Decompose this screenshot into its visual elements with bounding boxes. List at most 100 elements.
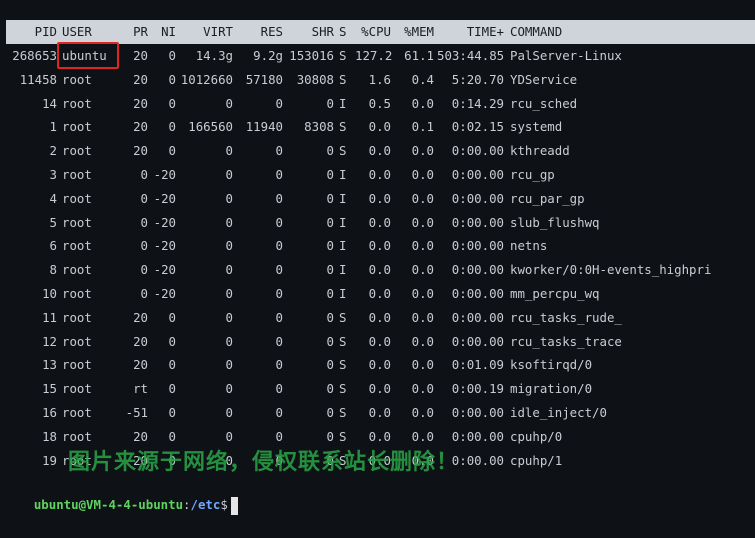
cell-mem: 0.0 xyxy=(411,214,434,230)
cell-shr: 0 xyxy=(326,286,334,301)
cell-state: S xyxy=(339,381,347,397)
cell-ni: 0 xyxy=(168,381,176,397)
cell-cpu: 0.0 xyxy=(368,238,391,254)
cell-cpu: 127.2 xyxy=(355,48,393,63)
cell-virt: 0 xyxy=(225,238,233,254)
header-virt: VIRT xyxy=(203,24,233,39)
cell-state: S xyxy=(339,119,347,135)
cell-virt: 0 xyxy=(225,357,233,373)
cell-res: 0 xyxy=(275,333,283,349)
cell-pid: 4 xyxy=(49,190,57,206)
cell-ni: 0 xyxy=(168,119,176,135)
cell-state: S xyxy=(339,452,347,468)
cell-pid: 16 xyxy=(42,405,57,420)
cell-virt: 0 xyxy=(225,428,233,444)
cell-ni: -20 xyxy=(153,238,176,254)
cell-state: S xyxy=(339,357,347,373)
cell-time: 0:00.00 xyxy=(451,143,504,159)
cell-ni: 0 xyxy=(168,357,176,373)
process-row: 11458 root 20 0 1012660 57180 30808 S 1.6 0.4 5:20… xyxy=(0,68,755,92)
cell-shr: 8308 xyxy=(304,119,334,135)
terminal-window[interactable]: PID USER PR NI VIRT RES SHR S %CPU %MEM … xyxy=(0,0,755,515)
cell-cpu: 0.0 xyxy=(368,143,391,159)
text-cursor[interactable] xyxy=(230,496,238,515)
header-pid: PID xyxy=(34,24,57,39)
cell-state: I xyxy=(339,262,347,278)
cell-shr: 0 xyxy=(326,214,334,230)
cell-pid: 268653 xyxy=(12,48,57,63)
cell-virt: 14.3g xyxy=(195,48,233,63)
cell-res: 57180 xyxy=(245,71,283,87)
cell-mem: 0.0 xyxy=(411,333,434,349)
header-user: USER xyxy=(62,24,92,39)
cell-state: S xyxy=(339,48,347,63)
cell-shr: 0 xyxy=(326,452,334,468)
process-row: 10 root 0 -20 0 0 0 I 0.0 0.0 0:00.00 mm_percpu_wq xyxy=(0,282,755,306)
shell-prompt[interactable]: ubuntu@VM-4-4-ubuntu:/etc$ xyxy=(4,472,238,515)
cell-ni: 0 xyxy=(168,48,176,63)
cell-command: ksoftirqd/0 xyxy=(510,357,593,373)
cell-mem: 0.1 xyxy=(411,119,434,135)
cell-cpu: 0.0 xyxy=(368,452,391,468)
cell-cpu: 0.0 xyxy=(368,428,391,444)
cell-shr: 153016 xyxy=(289,48,334,63)
cell-time: 0:00.00 xyxy=(451,452,504,468)
process-row: 5 root 0 -20 0 0 0 I 0.0 0.0 0:00.00 slub_flushwq xyxy=(0,211,755,235)
cell-shr: 30808 xyxy=(296,71,334,87)
cell-cpu: 0.0 xyxy=(368,309,391,325)
cell-mem: 0.0 xyxy=(411,167,434,182)
cell-ni: 0 xyxy=(168,143,176,159)
cell-virt: 0 xyxy=(225,167,233,182)
cell-user: root xyxy=(62,95,92,111)
cell-state: I xyxy=(339,95,347,111)
cell-time: 0:00.00 xyxy=(451,286,504,301)
cell-cpu: 0.0 xyxy=(368,286,391,301)
cell-res: 0 xyxy=(275,428,283,444)
cell-ni: 0 xyxy=(168,95,176,111)
cell-cpu: 0.0 xyxy=(368,333,391,349)
cell-ni: -20 xyxy=(153,286,176,301)
cell-ni: -20 xyxy=(153,214,176,230)
cell-virt: 0 xyxy=(225,143,233,159)
cell-time: 0:00.00 xyxy=(451,309,504,325)
cell-shr: 0 xyxy=(326,357,334,373)
cell-mem: 61.1 xyxy=(404,48,434,63)
cell-mem: 0.0 xyxy=(411,309,434,325)
process-row: 19 root 20 0 0 0 0 S 0.0 0.0 0:00.00 cpuhp/1 xyxy=(0,449,755,473)
cell-user: root xyxy=(62,381,92,397)
cell-pid: 12 xyxy=(42,333,57,349)
cell-cpu: 0.0 xyxy=(368,381,391,397)
cell-virt: 0 xyxy=(225,333,233,349)
cell-state: S xyxy=(339,143,347,159)
cell-ni: 0 xyxy=(168,428,176,444)
prompt-path: /etc xyxy=(190,497,221,512)
cell-time: 0:00.00 xyxy=(451,214,504,230)
cell-user: root xyxy=(62,119,92,135)
cell-user: root xyxy=(62,309,92,325)
cell-pr: 20 xyxy=(133,48,148,63)
header-time: TIME+ xyxy=(466,24,504,39)
cell-pr: 20 xyxy=(133,309,148,325)
cell-cpu: 0.0 xyxy=(368,262,391,278)
cell-state: I xyxy=(339,214,347,230)
header-pr: PR xyxy=(133,24,148,39)
header-shr: SHR xyxy=(311,24,334,39)
cell-mem: 0.0 xyxy=(411,428,434,444)
cell-mem: 0.0 xyxy=(411,143,434,159)
cell-shr: 0 xyxy=(326,238,334,254)
cell-virt: 0 xyxy=(225,214,233,230)
cell-ni: 0 xyxy=(168,452,176,468)
header-res: RES xyxy=(260,24,283,39)
process-row: 6 root 0 -20 0 0 0 I 0.0 0.0 0:00.00 netns xyxy=(0,234,755,258)
cell-pid: 15 xyxy=(42,381,57,397)
cell-time: 0:00.00 xyxy=(451,190,504,206)
cell-command: rcu_tasks_trace xyxy=(510,333,622,349)
cell-res: 9.2g xyxy=(253,48,283,63)
cell-pr: 20 xyxy=(133,95,148,111)
cell-virt: 0 xyxy=(225,405,233,420)
cell-cpu: 0.0 xyxy=(368,190,391,206)
cell-mem: 0.0 xyxy=(411,452,434,468)
cell-shr: 0 xyxy=(326,95,334,111)
process-row: 1 root 20 0 166560 11940 8308 S 0.0 0.1 0:02.15 sys… xyxy=(0,115,755,139)
cell-time: 0:00.00 xyxy=(451,262,504,278)
